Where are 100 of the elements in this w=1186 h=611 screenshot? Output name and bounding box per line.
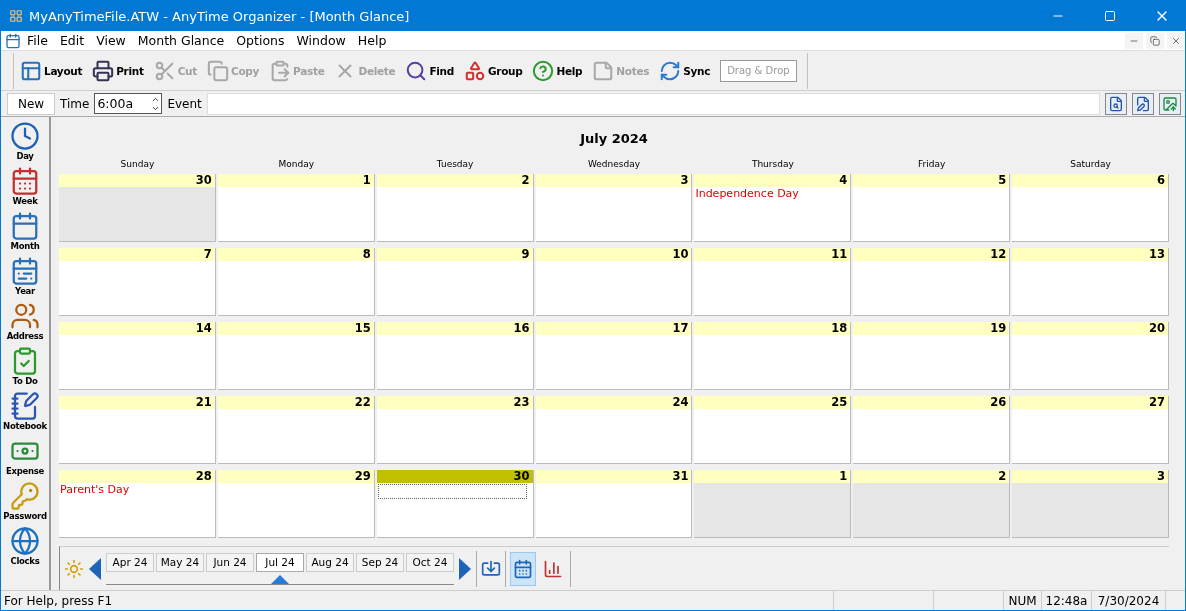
day-cell[interactable] (853, 187, 1010, 241)
day-cell[interactable] (376, 187, 533, 241)
next-button[interactable] (458, 556, 472, 581)
toolbar-button[interactable]: Group (459, 53, 527, 88)
globe-icon (10, 526, 40, 556)
day-cell[interactable] (376, 261, 533, 315)
new-entry-field[interactable] (377, 484, 527, 499)
sidebar-item[interactable]: Address (1, 301, 49, 346)
sidebar-item[interactable]: To Do (1, 346, 49, 391)
event-entry[interactable]: Independence Day (694, 187, 851, 200)
day-cell[interactable] (217, 261, 374, 315)
day-number: 11 (694, 248, 851, 261)
import-button[interactable] (481, 558, 501, 579)
day-cell[interactable] (376, 409, 533, 463)
day-number: 23 (376, 396, 533, 409)
menu-item[interactable]: Help (351, 30, 393, 51)
restore-button[interactable] (1146, 32, 1164, 49)
day-number: 10 (535, 248, 692, 261)
day-cell[interactable] (694, 483, 851, 537)
month-tab[interactable]: Aug 24 (306, 552, 354, 572)
day-number: 22 (217, 396, 374, 409)
day-cell[interactable] (535, 261, 692, 315)
month-tab[interactable]: Jul 24 (256, 552, 304, 572)
day-cell[interactable] (853, 335, 1010, 389)
close-button[interactable] (1167, 32, 1185, 49)
day-cell[interactable] (853, 483, 1010, 537)
weekday-header: Wednesday (586, 159, 642, 171)
day-cell[interactable] (535, 483, 692, 537)
close-icon (1171, 35, 1181, 46)
sidebar-item[interactable]: Notebook (1, 391, 49, 436)
sidebar-item[interactable]: Expense (1, 436, 49, 481)
event-input[interactable] (206, 92, 1100, 115)
day-number: 21 (59, 396, 215, 409)
previous-button[interactable] (88, 556, 102, 581)
sidebar-item[interactable]: Password (1, 481, 49, 526)
toolbar-button[interactable]: Print (88, 53, 148, 88)
menu-item[interactable]: Options (230, 30, 291, 51)
day-cell[interactable] (217, 409, 374, 463)
day-cell[interactable]: Parent's Day (59, 483, 215, 537)
day-cell[interactable]: Independence Day (694, 187, 851, 241)
day-cell[interactable] (535, 409, 692, 463)
month-tab[interactable]: Sep 24 (356, 552, 404, 572)
toolbar-button[interactable]: Help (528, 53, 587, 88)
toolbar-button[interactable]: Sync (655, 53, 715, 88)
sidebar-item[interactable]: Year (1, 256, 49, 301)
weekday-header: Thursday (750, 159, 795, 171)
new-button[interactable]: New (7, 92, 55, 115)
day-cell[interactable] (59, 335, 215, 389)
sidebar-item[interactable]: Day (1, 121, 49, 166)
menu-item[interactable]: File (21, 30, 54, 51)
edit-document-button[interactable] (1132, 92, 1154, 115)
day-cell[interactable] (217, 187, 374, 241)
day-cell[interactable] (853, 261, 1010, 315)
key-icon (10, 481, 40, 511)
day-cell[interactable] (694, 261, 851, 315)
sidebar-item[interactable]: Month (1, 211, 49, 256)
day-cell[interactable] (217, 483, 374, 537)
weekday-header: Saturday (1069, 159, 1112, 171)
toolbar-button[interactable]: Find (401, 53, 458, 88)
day-cell[interactable] (535, 335, 692, 389)
weekday-header: Friday (917, 159, 947, 171)
toolbar-button[interactable]: Layout (16, 53, 87, 88)
search-document-button[interactable] (1105, 92, 1127, 115)
day-cell[interactable] (694, 409, 851, 463)
sidebar-item[interactable]: Clocks (1, 526, 49, 571)
day-number: 7 (59, 248, 215, 261)
month-tab[interactable]: Apr 24 (106, 552, 154, 572)
calendar-view-button[interactable] (510, 551, 536, 586)
search-icon (405, 59, 428, 82)
menu-item[interactable]: Edit (53, 30, 91, 51)
menu-item[interactable]: View (90, 30, 132, 51)
day-cell[interactable] (1012, 187, 1168, 241)
day-cell[interactable] (1012, 261, 1168, 315)
day-cell[interactable] (1012, 409, 1168, 463)
refresh-picture-button[interactable] (1159, 92, 1181, 115)
month-tab[interactable]: Oct 24 (406, 552, 454, 572)
month-tab[interactable]: May 24 (156, 552, 204, 572)
printer-icon (92, 59, 115, 82)
help-icon (532, 59, 555, 82)
notebook-pen-icon (10, 391, 40, 421)
day-cell[interactable] (694, 335, 851, 389)
minimize-button[interactable] (1125, 32, 1143, 49)
slider-thumb[interactable] (271, 574, 289, 584)
num-lock-indicator: NUM (1003, 591, 1041, 610)
event-entry[interactable]: Parent's Day (59, 483, 215, 496)
time-spinner[interactable]: 6:00a (94, 93, 163, 114)
day-cell[interactable] (376, 483, 533, 537)
day-cell[interactable] (59, 187, 215, 241)
month-tab[interactable]: Jun 24 (206, 552, 254, 572)
day-cell[interactable] (59, 261, 215, 315)
menu-item[interactable]: Window (290, 30, 352, 51)
day-cell[interactable] (217, 335, 374, 389)
day-cell[interactable] (376, 335, 533, 389)
day-cell[interactable] (1012, 483, 1168, 537)
sidebar-item[interactable]: Week (1, 166, 49, 211)
day-cell[interactable] (853, 409, 1010, 463)
day-cell[interactable] (59, 409, 215, 463)
day-cell[interactable] (1012, 335, 1168, 389)
day-cell[interactable] (535, 187, 692, 241)
menu-item[interactable]: Month Glance (131, 30, 231, 51)
